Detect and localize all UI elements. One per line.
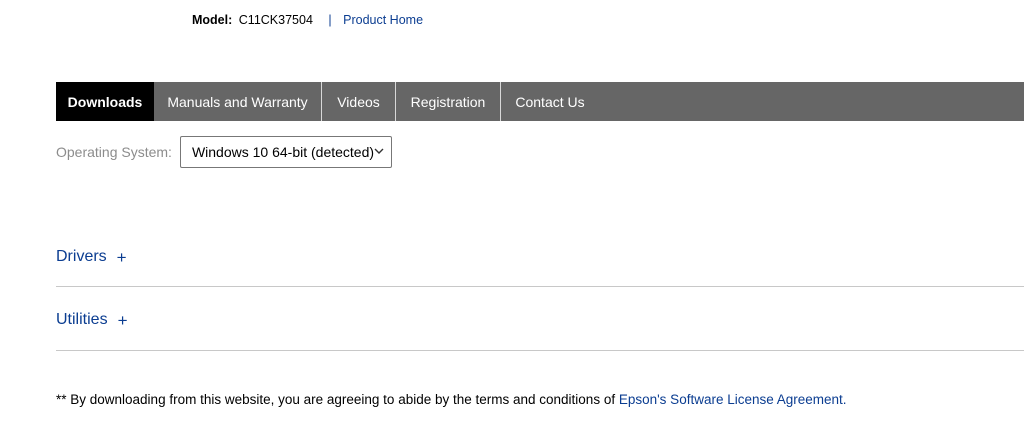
os-selected-value: Windows 10 64-bit (detected) xyxy=(191,144,375,160)
tab-downloads[interactable]: Downloads xyxy=(56,82,154,121)
utilities-toggle[interactable]: Utilities + xyxy=(56,311,1024,329)
product-home-link[interactable]: Product Home xyxy=(343,13,423,27)
section-utilities: Utilities + xyxy=(56,311,1024,351)
tab-bar: Downloads Manuals and Warranty Videos Re… xyxy=(56,82,1024,121)
tab-registration[interactable]: Registration xyxy=(396,82,501,121)
tab-contact-us[interactable]: Contact Us xyxy=(501,82,599,121)
os-selector-row: Operating System: Windows 10 64-bit (det… xyxy=(56,136,392,168)
separator: | xyxy=(328,13,332,27)
model-number: C11CK37504 xyxy=(238,13,313,27)
page: Model: C11CK37504 | Product Home Downloa… xyxy=(0,0,1024,447)
utilities-label: Utilities xyxy=(56,311,108,328)
drivers-toggle[interactable]: Drivers + xyxy=(56,248,1024,266)
model-line: Model: C11CK37504 | Product Home xyxy=(192,12,423,28)
tab-manuals-and-warranty[interactable]: Manuals and Warranty xyxy=(154,82,322,121)
download-disclaimer: ** By downloading from this website, you… xyxy=(56,392,847,407)
section-drivers: Drivers + xyxy=(56,248,1024,287)
expand-icon: + xyxy=(117,310,128,330)
drivers-label: Drivers xyxy=(56,248,107,265)
disclaimer-text: ** By downloading from this website, you… xyxy=(56,392,619,407)
expand-icon: + xyxy=(116,247,127,267)
chevron-down-icon xyxy=(374,148,384,154)
os-label: Operating System: xyxy=(56,144,172,160)
tab-videos[interactable]: Videos xyxy=(322,82,396,121)
software-license-agreement-link[interactable]: Epson's Software License Agreement. xyxy=(619,392,847,407)
model-label: Model: xyxy=(192,13,233,27)
os-select[interactable]: Windows 10 64-bit (detected) xyxy=(179,136,392,168)
